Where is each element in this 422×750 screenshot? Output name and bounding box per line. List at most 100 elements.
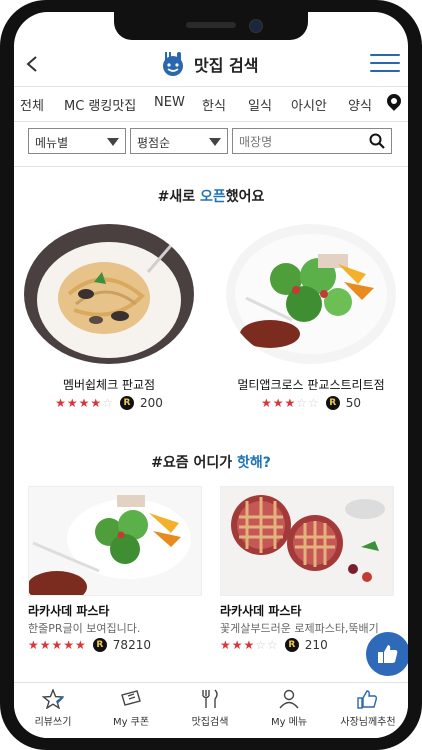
tab-japanese[interactable]: 일식 — [248, 95, 272, 114]
category-tabs: 전체 MC 랭킹맛집 NEW 한식 일식 아시안 양식 — [14, 86, 408, 122]
restaurant-description: 꽃게살부드러운 로제파스타,뚝배기 — [220, 622, 379, 635]
tab-western[interactable]: 양식 — [348, 95, 372, 114]
caret-down-icon — [107, 138, 119, 146]
tab-all[interactable]: 전체 — [20, 95, 44, 114]
tab-new[interactable]: NEW — [154, 95, 185, 110]
menu-select[interactable]: 메뉴별 — [28, 128, 126, 154]
restaurant-description: 한줄PR글이 보여집니다. — [28, 622, 141, 635]
hamburger-menu-button[interactable] — [370, 54, 400, 74]
sort-select[interactable]: 평점순 — [130, 128, 228, 154]
app-logo-icon — [163, 52, 183, 76]
nav-label: 사장님께추천 — [340, 717, 396, 728]
coupon-icon — [121, 690, 141, 706]
restaurant-name: 멀티앱크로스 판교스트리트점 — [237, 378, 385, 392]
review-badge-icon: R — [92, 638, 107, 652]
store-search-input[interactable] — [237, 132, 361, 152]
restaurant-name: 멤버쉽체크 판교점 — [62, 378, 156, 392]
restaurant-photo — [28, 486, 202, 596]
star-empty-icon: ☆ — [102, 396, 114, 410]
rating-row: ★★★☆☆ R 50 — [226, 396, 396, 410]
tab-asian[interactable]: 아시안 — [291, 95, 327, 114]
star-filled-icon: ★★★★★ — [28, 638, 87, 652]
restaurant-name: 라카사데 파스타 — [28, 604, 110, 618]
nav-label: My 메뉴 — [270, 717, 308, 728]
back-button[interactable] — [20, 52, 44, 76]
tab-mc-ranking[interactable]: MC 랭킹맛집 — [64, 95, 136, 114]
menu-line — [370, 62, 400, 64]
app-screen: 맛집 검색 전체 MC 랭킹맛집 NEW 한식 일식 아시안 양식 메뉴별 평점… — [14, 12, 408, 738]
new-open-title-suffix: 했어요 — [225, 189, 265, 205]
restaurant-photo — [24, 224, 194, 364]
page-title: 맛집 검색 — [194, 56, 259, 75]
new-open-title-accent: 오픈 — [199, 189, 226, 205]
salad-plate-image — [29, 487, 201, 595]
star-filled-icon: ★★★★ — [55, 396, 103, 410]
salad-plate-image — [226, 224, 396, 364]
review-count: 210 — [304, 638, 328, 652]
review-badge-icon: R — [119, 396, 134, 410]
berry-tart-image — [221, 487, 393, 595]
review-badge-icon: R — [325, 396, 340, 410]
new-open-title: #새로 오픈했어요 — [14, 186, 408, 206]
location-pin-dot — [391, 98, 397, 104]
phone-notch — [114, 12, 308, 40]
star-filled-icon: ★★★ — [220, 638, 256, 652]
floating-recommend-button[interactable] — [366, 632, 408, 676]
menu-line — [370, 54, 400, 56]
nav-label: 리뷰쓰기 — [34, 717, 72, 728]
search-box — [232, 128, 392, 154]
location-button[interactable] — [384, 91, 404, 115]
thumbs-up-icon — [357, 690, 378, 709]
hot-card-1[interactable]: 라카사데 파스타 한줄PR글이 보여집니다. ★★★★★ R 78210 — [28, 486, 202, 661]
search-icon[interactable] — [369, 133, 385, 149]
star-empty-icon: ☆☆ — [255, 638, 279, 652]
nav-label: 맛집검색 — [191, 717, 229, 728]
sort-select-value: 평점순 — [137, 136, 171, 150]
filter-bar: 메뉴별 평점순 — [14, 122, 408, 167]
nav-my-coupon[interactable]: My 쿠폰 — [92, 689, 170, 733]
title-wrap: 맛집 검색 — [160, 50, 258, 78]
rating-row: ★★★★★ R 78210 — [28, 638, 151, 652]
menu-line — [370, 70, 400, 72]
nav-my-menu[interactable]: My 메뉴 — [250, 689, 328, 733]
user-icon — [279, 689, 299, 709]
fork-knife-icon — [202, 689, 218, 708]
hot-card-2[interactable]: 라카사데 파스타 꽃게살부드러운 로제파스타,뚝배기 ★★★☆☆ R 210 — [220, 486, 394, 661]
bottom-navigation: 리뷰쓰기 My 쿠폰 맛집검색 My 메뉴 사장님께추천 — [14, 682, 408, 738]
tab-korean[interactable]: 한식 — [202, 95, 226, 114]
nav-restaurant-search[interactable]: 맛집검색 — [171, 689, 249, 733]
star-filled-icon: ★★★ — [260, 396, 297, 410]
review-count: 200 — [139, 396, 163, 410]
new-open-card-1[interactable]: 멤버쉽체크 판교점 ★★★★☆ R 200 — [24, 224, 194, 410]
star-rating: ★★★★★ — [28, 638, 87, 652]
restaurant-name: 라카사데 파스타 — [220, 604, 302, 618]
front-camera — [249, 19, 263, 33]
caret-down-icon — [209, 138, 221, 146]
phone-frame: 맛집 검색 전체 MC 랭킹맛집 NEW 한식 일식 아시안 양식 메뉴별 평점… — [0, 0, 422, 750]
rating-row: ★★★☆☆ R 210 — [220, 638, 328, 652]
restaurant-photo — [220, 486, 394, 596]
hot-title-accent: 핫해? — [237, 455, 271, 471]
hot-title: #요즘 어디가 핫해? — [14, 452, 408, 472]
rating-row: ★★★★☆ R 200 — [24, 396, 194, 410]
chevron-left-icon — [26, 56, 37, 72]
star-rating: ★★★★☆ — [55, 396, 114, 410]
restaurant-photo — [226, 224, 396, 364]
nav-write-review[interactable]: 리뷰쓰기 — [14, 689, 92, 733]
review-badge-icon: R — [284, 638, 299, 652]
app-header: 맛집 검색 — [14, 46, 408, 82]
speaker-grille — [186, 22, 236, 28]
star-rating: ★★★☆☆ — [261, 396, 320, 410]
review-count: 50 — [345, 396, 362, 410]
thumbs-up-icon — [378, 645, 398, 663]
hot-title-prefix: #요즘 어디가 — [151, 455, 237, 471]
review-star-icon — [41, 689, 65, 709]
new-open-title-prefix: #새로 — [157, 189, 200, 205]
pasta-plate-image — [24, 224, 194, 364]
nav-recommend-owner[interactable]: 사장님께추천 — [328, 689, 408, 733]
nav-label: My 쿠폰 — [112, 717, 150, 728]
star-rating: ★★★☆☆ — [220, 638, 279, 652]
review-count: 78210 — [112, 638, 151, 652]
new-open-card-2[interactable]: 멀티앱크로스 판교스트리트점 ★★★☆☆ R 50 — [226, 224, 396, 410]
star-empty-icon: ☆☆ — [296, 396, 320, 410]
